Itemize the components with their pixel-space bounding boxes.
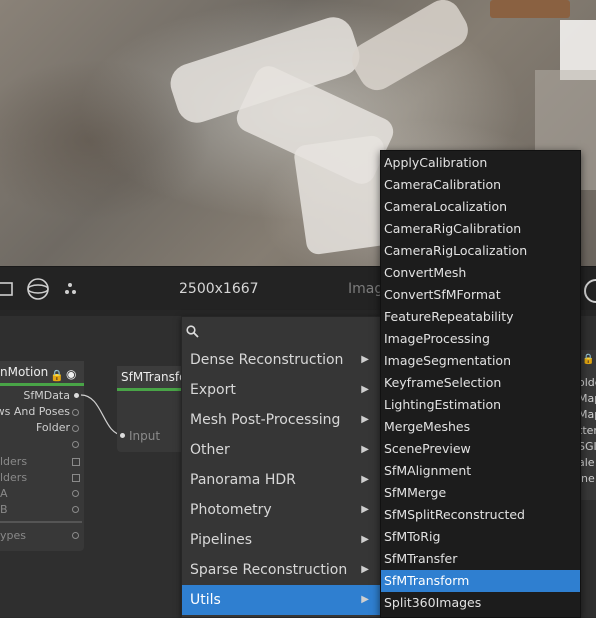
sphere-icon[interactable] — [26, 277, 50, 301]
search-icon — [186, 325, 199, 338]
menu-item-sfmsplitreconstructed[interactable]: SfMSplitReconstructed — [381, 504, 580, 526]
menu-item-sfmtransform[interactable]: SfMTransform — [381, 570, 580, 592]
chevron-right-icon: ▶ — [361, 534, 369, 545]
menu-item-convertsfmformat[interactable]: ConvertSfMFormat — [381, 284, 580, 306]
output-port[interactable] — [72, 532, 79, 539]
image-resolution: 2500x1667 — [179, 281, 259, 297]
chevron-right-icon: ▶ — [361, 564, 369, 575]
port-label: B — [0, 503, 8, 516]
menu-item-scenepreview[interactable]: ScenePreview — [381, 438, 580, 460]
menu-item-cameralocalization[interactable]: CameraLocalization — [381, 196, 580, 218]
chevron-right-icon: ▶ — [361, 384, 369, 395]
chevron-right-icon: ▶ — [361, 594, 369, 605]
menu-item-imagesegmentation[interactable]: ImageSegmentation — [381, 350, 580, 372]
port-label: lders — [0, 455, 28, 468]
lock-icon[interactable]: 🔒 — [50, 365, 64, 387]
menu-item-split360images[interactable]: Split360Images — [381, 592, 580, 614]
points-icon[interactable] — [62, 279, 82, 299]
node-title: nMotion 🔒 ◉ — [0, 361, 84, 386]
input-port[interactable] — [120, 433, 125, 438]
menu-item-imageprocessing[interactable]: ImageProcessing — [381, 328, 580, 350]
node-category-menu: Dense Reconstruction ▶ Export ▶ Mesh Post-Pr… — [181, 316, 382, 618]
chevron-right-icon: ▶ — [361, 444, 369, 455]
menu-item-photometry[interactable]: Photometry ▶ — [182, 495, 381, 525]
port-label: ypes — [0, 529, 26, 542]
menu-item-label: Export — [190, 382, 236, 398]
menu-item-sfmmerge[interactable]: SfMMerge — [381, 482, 580, 504]
circle-icon[interactable] — [584, 279, 596, 303]
menu-item-label: Pipelines — [190, 532, 253, 548]
node-structure-from-motion[interactable]: nMotion 🔒 ◉ SfMData ews And Poses Folder… — [0, 361, 84, 551]
chevron-right-icon: ▶ — [361, 504, 369, 515]
menu-search[interactable] — [182, 317, 381, 345]
image-label: Imag — [348, 281, 384, 297]
menu-item-dense-reconstruction[interactable]: Dense Reconstruction ▶ — [182, 345, 381, 375]
menu-item-camerariglocalization[interactable]: CameraRigLocalization — [381, 240, 580, 262]
menu-item-mesh-post-processing[interactable]: Mesh Post-Processing ▶ — [182, 405, 381, 435]
port-label: ews And Poses — [0, 405, 70, 418]
menu-item-lightingestimation[interactable]: LightingEstimation — [381, 394, 580, 416]
menu-item-mergemeshes[interactable]: MergeMeshes — [381, 416, 580, 438]
photo-content — [490, 0, 570, 18]
node-title-text: nMotion — [0, 365, 49, 379]
menu-item-other[interactable]: Other ▶ — [182, 435, 381, 465]
menu-item-label: Panorama HDR — [190, 472, 296, 488]
menu-item-utils[interactable]: Utils ▶ — [182, 585, 381, 615]
menu-item-sfmtransfer[interactable]: SfMTransfer — [381, 548, 580, 570]
menu-item-label: Photometry — [190, 502, 272, 518]
utils-submenu: ApplyCalibration CameraCalibration CameraL… — [380, 150, 581, 618]
menu-item-label: Utils — [190, 592, 221, 608]
chevron-right-icon: ▶ — [361, 474, 369, 485]
frame-icon[interactable] — [0, 279, 16, 299]
node-title: SfMTransfo — [117, 366, 187, 391]
menu-item-label: Dense Reconstruction — [190, 352, 344, 368]
checkbox[interactable] — [72, 474, 80, 482]
port-label: lders — [0, 471, 28, 484]
checkbox[interactable] — [72, 458, 80, 466]
output-port[interactable] — [72, 506, 79, 513]
chevron-right-icon: ▶ — [361, 414, 369, 425]
menu-item-label: Other — [190, 442, 230, 458]
menu-item-label: Mesh Post-Processing — [190, 412, 341, 428]
port-label: A — [0, 487, 8, 500]
node-title-text: SfMTransfo — [121, 370, 187, 384]
menu-item-label: Sparse Reconstruction — [190, 562, 348, 578]
node-sfm-transform[interactable]: SfMTransfo Input — [117, 366, 187, 452]
node-divider — [0, 521, 82, 523]
menu-item-sfmtorig[interactable]: SfMToRig — [381, 526, 580, 548]
menu-item-export[interactable]: Export ▶ — [182, 375, 381, 405]
menu-item-featurerepeatability[interactable]: FeatureRepeatability — [381, 306, 580, 328]
menu-item-camerarigcalibration[interactable]: CameraRigCalibration — [381, 218, 580, 240]
menu-item-cameracalibration[interactable]: CameraCalibration — [381, 174, 580, 196]
port-label: SfMData — [23, 389, 70, 402]
eye-icon[interactable]: ◉ — [66, 363, 76, 385]
port-label: Input — [129, 429, 161, 443]
menu-item-sfmalignment[interactable]: SfMAlignment — [381, 460, 580, 482]
menu-item-applycalibration[interactable]: ApplyCalibration — [381, 152, 580, 174]
menu-item-pipelines[interactable]: Pipelines ▶ — [182, 525, 381, 555]
photo-content — [345, 0, 475, 97]
output-port[interactable] — [72, 490, 79, 497]
menu-item-sparse-reconstruction[interactable]: Sparse Reconstruction ▶ — [182, 555, 381, 585]
lock-icon[interactable]: 🔒 — [582, 354, 594, 365]
menu-item-panorama-hdr[interactable]: Panorama HDR ▶ — [182, 465, 381, 495]
menu-item-keyframeselection[interactable]: KeyframeSelection — [381, 372, 580, 394]
menu-item-convertmesh[interactable]: ConvertMesh — [381, 262, 580, 284]
chevron-right-icon: ▶ — [361, 354, 369, 365]
port-label: Folder — [36, 421, 70, 434]
output-port[interactable] — [72, 441, 79, 448]
